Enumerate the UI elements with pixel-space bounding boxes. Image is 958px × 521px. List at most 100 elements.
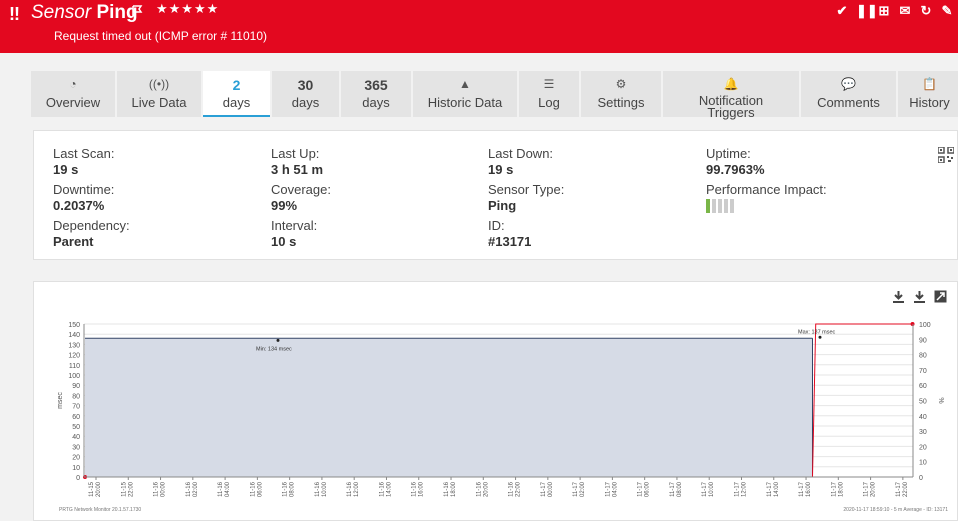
x-tick-date: 11-17 bbox=[605, 481, 611, 497]
tab-2-days[interactable]: 2 days bbox=[203, 71, 270, 117]
detail-label: Uptime: bbox=[706, 146, 751, 161]
x-tick-date: 11-17 bbox=[767, 481, 773, 497]
detail-value: 3 h 51 m bbox=[271, 162, 324, 177]
x-tick-date: 11-17 bbox=[670, 481, 676, 497]
gear-icon: ⚙ bbox=[615, 77, 627, 91]
detail-value: 19 s bbox=[488, 162, 514, 177]
detail-value[interactable]: Parent bbox=[53, 234, 130, 249]
y-axis-label: msec bbox=[57, 392, 64, 409]
x-tick-date: 11-16 bbox=[315, 481, 321, 497]
chart-footer-right: 2020-11-17 18:59:10 - 5 m Average - ID: … bbox=[843, 507, 948, 513]
y-tick-label: 10 bbox=[72, 465, 80, 472]
x-tick-time: 16:00 bbox=[419, 481, 425, 497]
add-icon[interactable]: ⊞ bbox=[877, 4, 891, 18]
refresh-icon[interactable]: ↻ bbox=[919, 4, 933, 18]
x-tick-date: 11-16 bbox=[509, 481, 515, 497]
tab-history[interactable]: 📋 History bbox=[898, 71, 958, 117]
y-tick-label: 120 bbox=[68, 353, 80, 360]
wrench-icon[interactable]: ✎ bbox=[940, 4, 954, 18]
tab-settings[interactable]: ⚙ Settings bbox=[581, 71, 661, 117]
x-tick-time: 04:00 bbox=[612, 481, 618, 497]
y-tick-label: 20 bbox=[72, 455, 80, 462]
x-tick-time: 14:00 bbox=[774, 481, 780, 497]
detail-value: Ping bbox=[488, 198, 517, 213]
x-tick-time: 10:00 bbox=[709, 481, 715, 497]
detail-label: Downtime: bbox=[53, 182, 115, 197]
detail-dependency: Dependency: Parent bbox=[53, 218, 130, 249]
gauge-icon: ◔ bbox=[69, 77, 77, 91]
tab-live-data[interactable]: ((•)) Live Data bbox=[117, 71, 201, 117]
tab-label: Overview bbox=[45, 95, 101, 110]
clipboard-icon: 📋 bbox=[922, 77, 937, 91]
title-prefix: Sensor bbox=[31, 2, 92, 23]
detail-label: Last Down: bbox=[488, 146, 554, 161]
detail-label: Coverage: bbox=[271, 182, 331, 197]
tab-historic-data[interactable]: ▲ Historic Data bbox=[413, 71, 517, 117]
tab-label: Comments bbox=[817, 95, 880, 110]
y2-axis-label: % bbox=[937, 397, 944, 403]
tab-label: Live Data bbox=[131, 95, 187, 110]
flag-icon[interactable] bbox=[131, 5, 143, 17]
list-icon: ☰ bbox=[543, 77, 555, 91]
series-area bbox=[85, 338, 813, 477]
x-tick-time: 16:00 bbox=[806, 481, 812, 497]
tab-log[interactable]: ☰ Log bbox=[519, 71, 579, 117]
alert-icon: !! bbox=[9, 4, 20, 24]
tab-30-days[interactable]: 30 days bbox=[272, 71, 339, 117]
detail-label: Last Up: bbox=[271, 146, 320, 161]
tab-comments[interactable]: 💬 Comments bbox=[801, 71, 896, 117]
x-tick-date: 11-16 bbox=[186, 481, 192, 497]
x-tick-date: 11-15 bbox=[89, 481, 95, 497]
x-tick-date: 11-16 bbox=[444, 481, 450, 497]
x-tick-date: 11-16 bbox=[218, 481, 224, 497]
y-tick-label: 110 bbox=[69, 363, 80, 370]
tab-notification-triggers[interactable]: 🔔 Notification Triggers bbox=[663, 71, 799, 119]
x-tick-date: 11-16 bbox=[347, 481, 353, 497]
x-tick-date: 11-17 bbox=[638, 481, 644, 497]
tab-number: 2 bbox=[232, 77, 241, 93]
y2-tick-label: 90 bbox=[919, 337, 927, 344]
max-annotation: Max: 137 msec bbox=[798, 329, 836, 335]
meter-bar bbox=[724, 199, 728, 213]
y-tick-label: 80 bbox=[72, 393, 80, 400]
x-tick-time: 20:00 bbox=[483, 481, 489, 497]
detail-value: 0.2037% bbox=[53, 198, 105, 213]
x-tick-date: 11-16 bbox=[412, 481, 418, 497]
priority-stars[interactable]: ★★★★★ bbox=[156, 1, 219, 17]
pause-icon[interactable]: ❚❚ bbox=[856, 4, 878, 18]
detail-label: Dependency: bbox=[53, 218, 130, 233]
y2-tick-label: 80 bbox=[919, 353, 927, 360]
detail-value: 10 s bbox=[271, 234, 297, 249]
min-marker bbox=[276, 338, 280, 342]
sensor-header: !! Sensor Ping ★★★★★ Request timed out (… bbox=[0, 0, 958, 53]
detail-value: 99.7963% bbox=[706, 162, 765, 177]
check-icon[interactable]: ✔ bbox=[835, 4, 849, 18]
y-tick-label: 50 bbox=[72, 424, 80, 431]
x-tick-time: 10:00 bbox=[322, 481, 328, 497]
y2-tick-label: 20 bbox=[919, 444, 927, 451]
performance-impact-meter bbox=[706, 199, 827, 213]
detail-value: 99% bbox=[271, 198, 298, 213]
x-tick-date: 11-17 bbox=[541, 481, 547, 497]
y2-tick-label: 10 bbox=[919, 460, 927, 467]
x-tick-time: 22:00 bbox=[903, 481, 909, 497]
tab-bar: ◔ Overview ((•)) Live Data 2 days 30 day… bbox=[31, 71, 958, 119]
x-tick-time: 18:00 bbox=[838, 481, 844, 497]
tab-label: Log bbox=[538, 95, 560, 110]
email-icon[interactable]: ✉ bbox=[898, 4, 912, 18]
x-tick-time: 22:00 bbox=[128, 481, 134, 497]
tab-365-days[interactable]: 365 days bbox=[341, 71, 411, 117]
x-tick-time: 12:00 bbox=[354, 481, 360, 497]
detail-last-down: Last Down: 19 s bbox=[488, 146, 553, 177]
max-marker bbox=[818, 335, 822, 339]
detail-coverage: Coverage: 99% bbox=[271, 182, 331, 213]
detail-value: 19 s bbox=[53, 162, 79, 177]
page-title: Sensor Ping bbox=[31, 2, 138, 24]
graph-panel: 0 10 20 30 40 50 60 70 80 90 100 110 120 130 140 150 0 10… bbox=[33, 281, 958, 521]
y-tick-label: 0 bbox=[76, 475, 80, 482]
x-tick-time: 04:00 bbox=[225, 481, 231, 497]
x-tick-time: 00:00 bbox=[548, 481, 554, 497]
tab-overview[interactable]: ◔ Overview bbox=[31, 71, 115, 117]
tab-label: Historic Data bbox=[427, 95, 503, 110]
qr-code-icon[interactable] bbox=[938, 147, 954, 163]
